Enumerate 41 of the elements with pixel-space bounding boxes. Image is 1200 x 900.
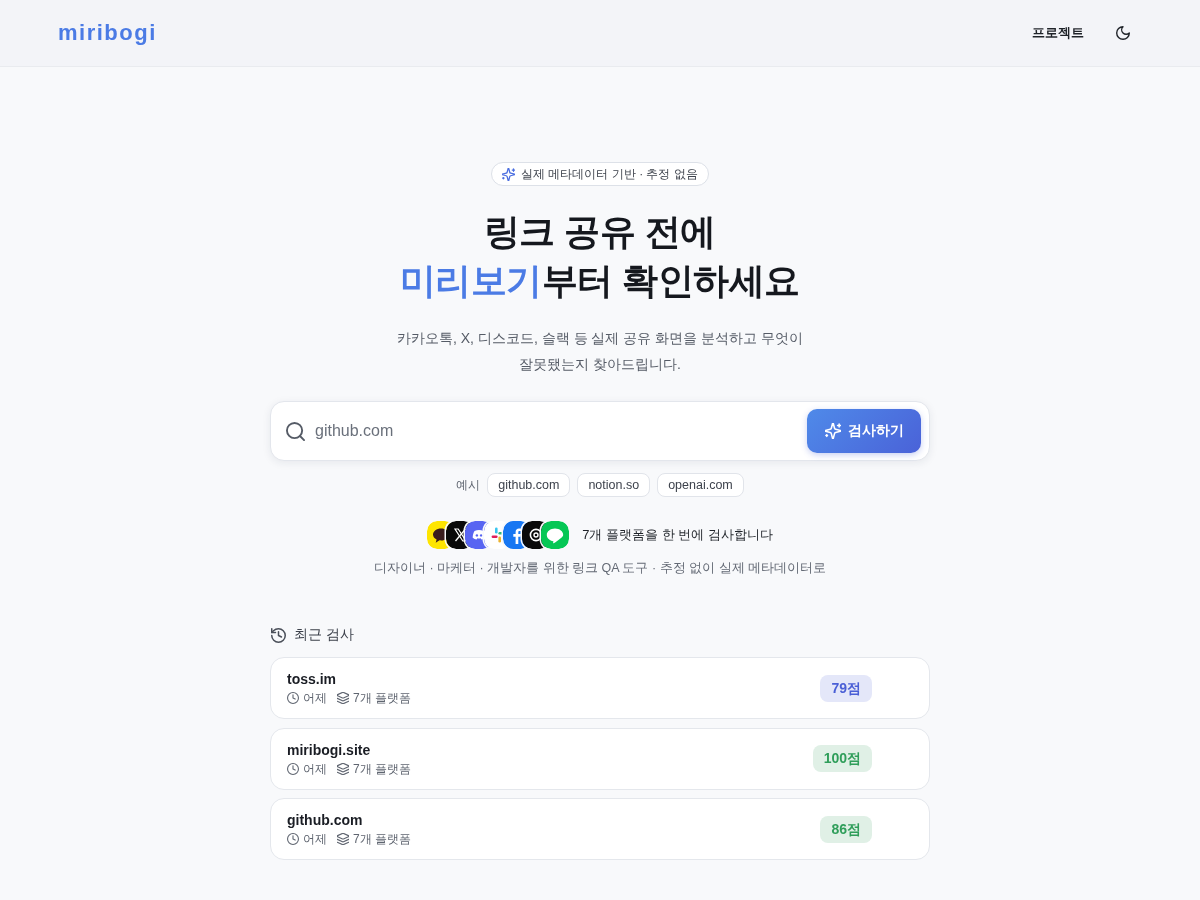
hero-subtitle: 카카오톡, X, 디스코드, 슬랙 등 실제 공유 화면을 분석하고 무엇이 잘못됐는지 찾아드립니다. [397, 329, 803, 374]
platform-count-text: 7개 플랫폼 [353, 831, 411, 847]
score-badge: 100점 [812, 745, 872, 772]
sparkle-icon [502, 167, 516, 181]
example-chip[interactable]: github.com [487, 473, 571, 497]
clock-icon [287, 762, 299, 775]
domain-text: github.com [287, 811, 364, 829]
layers-icon [337, 833, 349, 845]
clock-icon [287, 692, 299, 704]
examples-label: 예시 [456, 476, 481, 494]
sparkle-icon [824, 423, 841, 439]
logo[interactable]: miribogi [58, 20, 157, 46]
layers-icon [337, 762, 349, 775]
score-badge: 86점 [820, 815, 872, 843]
nav-link[interactable]: 프로젝트 [1026, 20, 1090, 46]
time-text: 어제 [303, 831, 327, 847]
clock-icon [287, 833, 299, 845]
badge-text: 실제 메타데이터 기반 · 추정 없음 [521, 165, 698, 183]
history-icon [271, 627, 286, 643]
recent-search-card[interactable]: toss.im 어제 7개 플랫폼 79점 [270, 657, 930, 719]
example-chip[interactable]: notion.so [577, 473, 651, 497]
search-bar[interactable]: github.com 검사하기 [270, 401, 930, 461]
platform-count-text: 7개 플랫폼 [353, 690, 411, 706]
section-heading: 최근 검사 [294, 626, 354, 644]
example-chip[interactable]: openai.com [657, 473, 744, 497]
recent-search-card[interactable]: github.com 어제 7개 플랫폼 86점 [270, 798, 930, 860]
time-text: 어제 [303, 760, 327, 777]
time-text: 어제 [303, 690, 327, 706]
platforms-caption: 7개 플랫폼을 한 번에 검사합니다 [582, 526, 773, 544]
platform-count-text: 7개 플랫폼 [353, 760, 411, 777]
moon-icon [1116, 26, 1130, 40]
score-badge: 79점 [820, 674, 872, 702]
search-button[interactable]: 검사하기 [807, 409, 921, 453]
hero-title: 링크 공유 전에 미리보기부터 확인하세요 [400, 210, 800, 303]
domain-text: toss.im [287, 670, 337, 688]
layers-icon [337, 692, 349, 704]
domain-text: miribogi.site [287, 740, 372, 759]
recent-search-card[interactable]: miribogi.site 어제 7개 플랫폼 100점 [270, 727, 930, 790]
search-icon [286, 421, 305, 441]
chat-bubble-icon [541, 521, 570, 549]
tagline: 디자이너 · 마케터 · 개발자를 위한 링크 QA 도구 · 추정 없이 실제 메타데이터로 [374, 560, 826, 577]
